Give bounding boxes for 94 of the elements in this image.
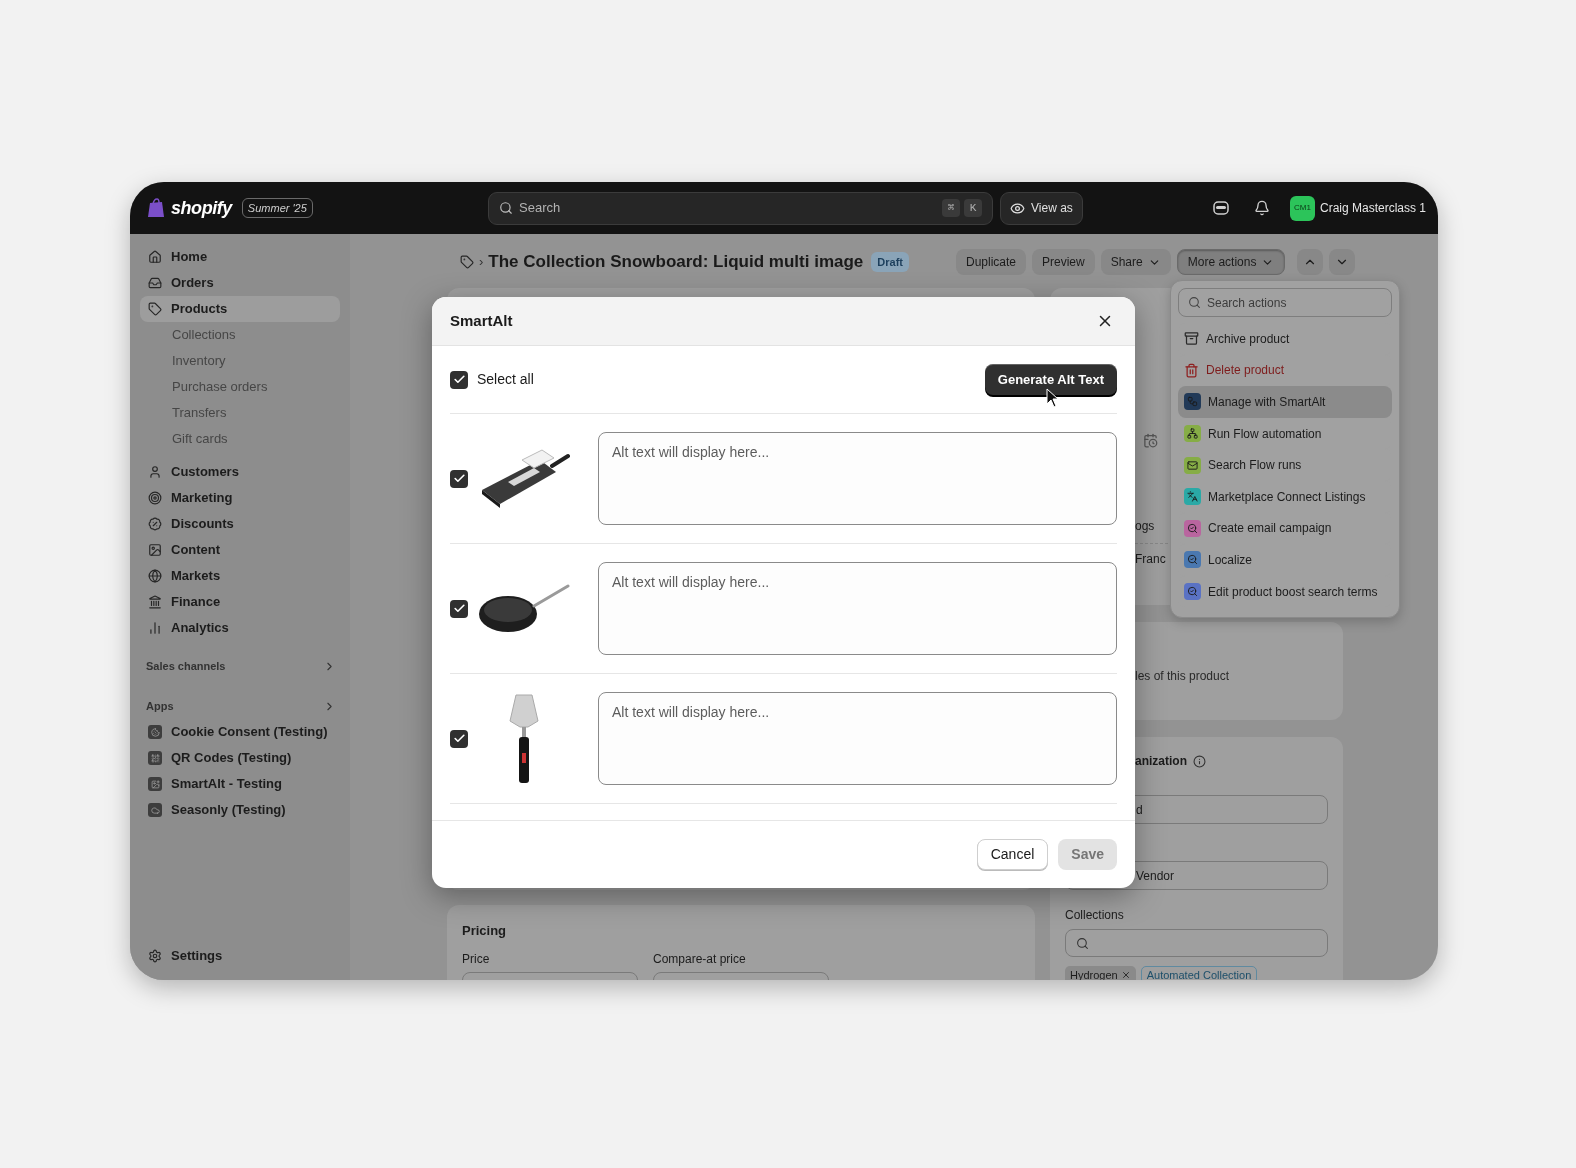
- card-title: Pricing: [462, 922, 508, 940]
- check-icon: [452, 732, 466, 745]
- app-icon: [148, 803, 162, 817]
- app-icon: [148, 751, 162, 765]
- shopping-bag-icon: [147, 198, 165, 218]
- nav-item[interactable]: QR Codes (Testing): [140, 745, 340, 771]
- page-title: The Collection Snowboard: Liquid multi image: [488, 251, 864, 274]
- header-button[interactable]: Duplicate: [955, 249, 1026, 275]
- nav-item[interactable]: Customers: [140, 459, 340, 485]
- nav-item[interactable]: Cookie Consent (Testing): [140, 719, 340, 745]
- nav-item[interactable]: Markets: [140, 563, 340, 589]
- cancel-button[interactable]: Cancel: [976, 839, 1049, 870]
- field-label: Collections: [1065, 907, 1125, 924]
- header-button[interactable]: Share: [1100, 249, 1171, 275]
- nav-subitem[interactable]: Purchase orders: [140, 374, 340, 400]
- nav-item[interactable]: Home: [140, 244, 340, 270]
- app-icon: [148, 725, 162, 739]
- view-as-button[interactable]: View as: [1000, 191, 1083, 225]
- user-avatar[interactable]: CM1: [1289, 195, 1315, 221]
- alt-text-field[interactable]: Alt text will display here...: [598, 692, 1117, 785]
- nav-item[interactable]: SmartAlt - Testing: [140, 771, 340, 797]
- menu-item[interactable]: Manage with SmartAlt: [1178, 386, 1392, 418]
- nav-item[interactable]: Products: [140, 296, 340, 322]
- alt-text-field[interactable]: Alt text will display here...: [598, 432, 1117, 525]
- nav-subitem[interactable]: Gift cards: [140, 426, 340, 452]
- nav-item[interactable]: Seasonly (Testing): [140, 797, 340, 823]
- nav-icon: [148, 595, 162, 609]
- nav-icon: [148, 276, 162, 290]
- search-icon: [1188, 296, 1201, 309]
- user-name[interactable]: Craig Masterclass 1: [1319, 199, 1426, 217]
- bell-icon[interactable]: [1253, 200, 1270, 216]
- checkbox[interactable]: [450, 599, 468, 618]
- info-icon[interactable]: [1193, 754, 1206, 768]
- nav-item[interactable]: Finance: [140, 589, 340, 615]
- generate-button[interactable]: Generate Alt Text: [984, 364, 1117, 395]
- nav-icon: [148, 250, 162, 264]
- app-icon: [148, 777, 162, 791]
- search-field[interactable]: [1065, 929, 1328, 957]
- search-placeholder: Search actions: [1207, 294, 1287, 312]
- card-text: Franc: [1135, 551, 1166, 568]
- nav-subitem[interactable]: Collections: [140, 322, 340, 348]
- nav-item[interactable]: Orders: [140, 270, 340, 296]
- nav-item[interactable]: Settings: [140, 943, 340, 969]
- nav-item[interactable]: Discounts: [140, 511, 340, 537]
- logo-text: shopify: [171, 196, 232, 220]
- nav-icon: [148, 465, 162, 479]
- nav-icon: [148, 543, 162, 557]
- check-icon: [452, 602, 466, 615]
- header-button[interactable]: Preview: [1032, 249, 1095, 275]
- shortcut-key: K: [964, 199, 982, 217]
- trash-icon: [1184, 362, 1199, 378]
- nav-item[interactable]: Content: [140, 537, 340, 563]
- breadcrumb-separator: ›: [479, 253, 484, 272]
- eye-icon: [1010, 200, 1025, 216]
- search-field[interactable]: Search ⌘ K: [488, 191, 993, 225]
- shortcut-key: ⌘: [942, 199, 960, 217]
- nav-icon: [148, 302, 162, 316]
- field-label: Compare-at price: [653, 950, 747, 968]
- section-header[interactable]: Sales channels: [140, 653, 340, 679]
- nav-icon: [148, 569, 162, 583]
- card-text: les of this product: [1135, 669, 1230, 683]
- edition-badge: Summer '25: [241, 197, 313, 219]
- nav-icon: [148, 621, 162, 635]
- search-placeholder: Search: [519, 199, 561, 218]
- section-header[interactable]: Apps: [140, 693, 340, 719]
- nav-subitem[interactable]: Inventory: [140, 348, 340, 374]
- field-label: Price: [462, 950, 491, 968]
- tag-icon[interactable]: [460, 255, 474, 269]
- nav-icon: [148, 491, 162, 505]
- status-badge: Draft: [871, 251, 909, 273]
- settings-icon: [148, 949, 162, 963]
- remove-icon[interactable]: [1120, 970, 1131, 980]
- search-icon: [499, 201, 513, 215]
- tag-chip[interactable]: Automated Collection: [1140, 966, 1258, 980]
- alt-text-field[interactable]: Alt text will display here...: [598, 562, 1117, 655]
- calendar-clock-icon[interactable]: [1143, 433, 1158, 448]
- check-icon: [452, 373, 466, 386]
- search-field[interactable]: Search actions: [1178, 288, 1392, 317]
- modal-title: SmartAlt: [450, 310, 513, 331]
- nav-item[interactable]: Marketing: [140, 485, 340, 511]
- checkbox-label: Select all: [477, 370, 534, 389]
- checkbox[interactable]: [450, 469, 468, 488]
- cursor-icon: [1046, 388, 1060, 408]
- nav-subitem[interactable]: Transfers: [140, 400, 340, 426]
- nav-icon: [148, 517, 162, 531]
- search-icon: [1076, 936, 1089, 950]
- check-icon: [452, 472, 466, 485]
- card-title: anization: [1135, 753, 1187, 770]
- header-button[interactable]: More actions: [1176, 249, 1286, 275]
- checkbox[interactable]: [450, 729, 468, 748]
- card-text: ogs: [1135, 518, 1155, 535]
- nav-item[interactable]: Analytics: [140, 615, 340, 641]
- checkbox[interactable]: [450, 370, 468, 389]
- archive-icon: [1184, 331, 1199, 347]
